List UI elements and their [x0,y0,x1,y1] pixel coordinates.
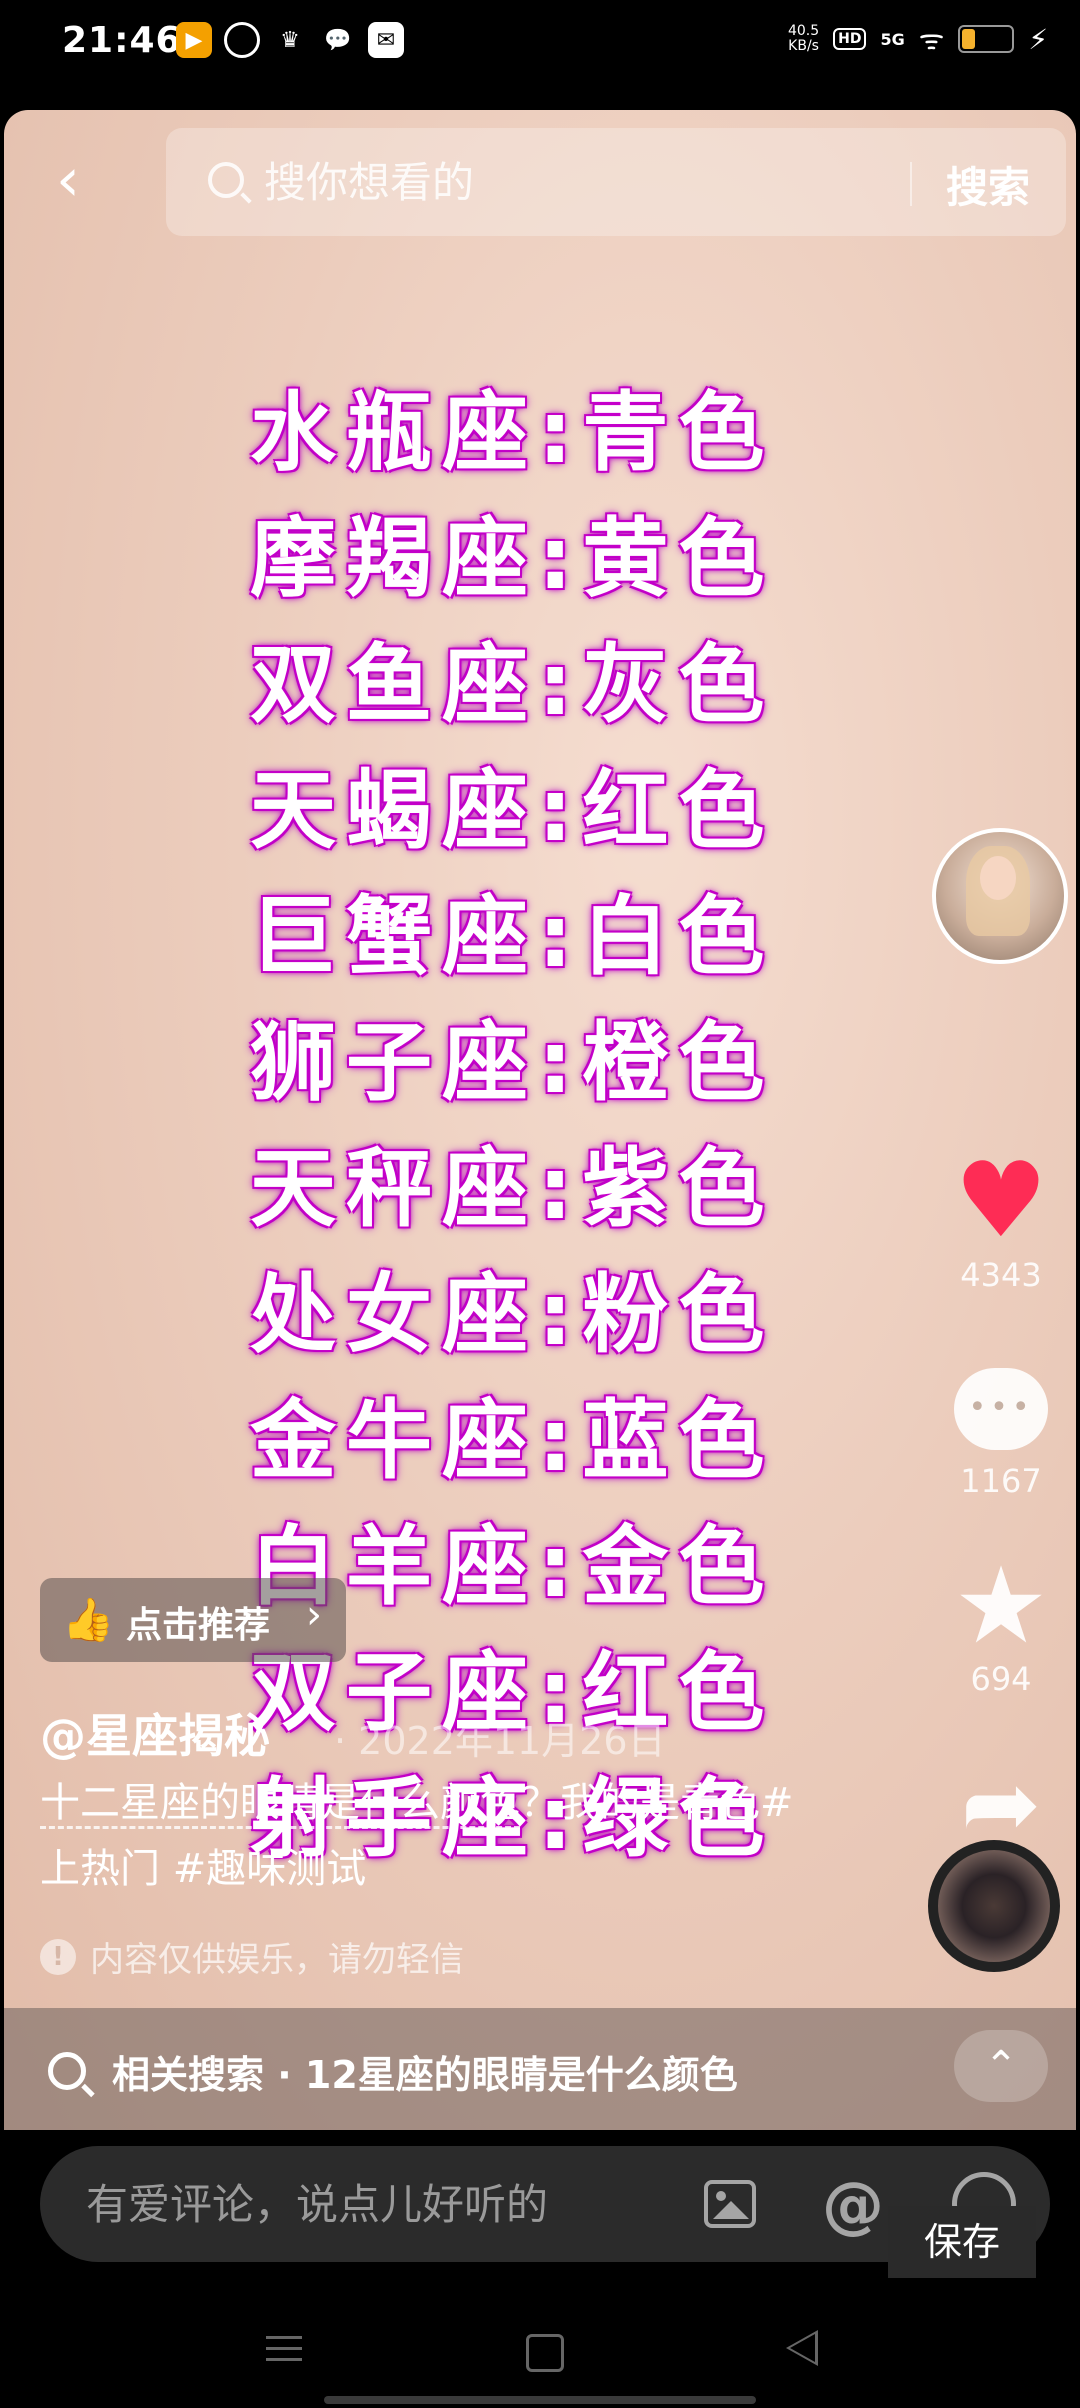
related-search-text: 相关搜索 · 12星座的眼睛是什么颜色 [112,2053,738,2097]
zodiac-line: 双鱼座:灰色 [250,635,775,735]
crown-app-icon: ♛ [280,27,300,53]
like-button[interactable]: ♥ 4343 [926,1148,1076,1294]
system-nav-bar [0,2300,1080,2408]
charging-icon: ⚡ [1028,22,1048,56]
disclaimer: ! 内容仅供娱乐，请勿轻信 [40,1932,464,1981]
zodiac-line: 巨蟹座:白色 [250,887,775,987]
search-input[interactable] [262,152,906,214]
star-icon: ★ [953,1544,1049,1667]
battery-icon [958,25,1015,53]
hd-badge: HD [833,28,867,50]
home-icon[interactable] [526,2334,564,2372]
save-button[interactable]: 保存 [888,2206,1036,2278]
net-speed: 40.5 KB/s [788,24,819,54]
post-date: · 2022年11月26日 [334,1719,666,1763]
favorite-button[interactable]: ★ 694 [926,1544,1076,1699]
recommend-button[interactable]: 👍 点击推荐 › [40,1578,346,1662]
status-time: 21:46 [62,20,182,61]
search-icon [208,162,244,198]
related-search-bar[interactable]: 相关搜索 · 12星座的眼睛是什么颜色 ⌃ [4,2008,1076,2130]
comment-icon: ••• [954,1368,1048,1450]
zodiac-line: 天蝎座:红色 [250,761,775,861]
disclaimer-text: 内容仅供娱乐，请勿轻信 [90,1940,464,1980]
back-button[interactable]: ‹ [56,150,116,210]
top-bar: ‹ 搜索 [4,110,1076,260]
comment-button[interactable]: ••• 1167 [926,1368,1076,1500]
video-app-icon: ▶ [176,22,212,58]
recommend-label: 点击推荐 [126,1605,271,1646]
zodiac-line: 金牛座:蓝色 [250,1391,775,1491]
chevron-right-icon: › [306,1592,322,1638]
author-name[interactable]: @星座揭秘 [40,1700,270,1766]
zodiac-line: 摩羯座:黄色 [250,509,775,609]
heart-icon: ♥ [954,1139,1048,1261]
avatar-face [980,856,1016,900]
wifi-icon: ᯤ [918,23,945,56]
author-avatar[interactable] [932,828,1068,964]
search-divider [910,162,912,206]
back-nav-icon[interactable] [786,2330,818,2366]
zodiac-line: 天秤座:紫色 [250,1139,775,1239]
home-indicator [324,2396,756,2404]
mail-app-icon: ✉ [368,22,404,58]
net-speed-value: 40.5 [787,23,820,39]
search-button[interactable]: 搜索 [946,154,1030,215]
post-caption[interactable]: 十二星座的眼睛是什么颜色？我的是青色#上热门 #趣味测试 [40,1770,800,1902]
comment-input[interactable] [84,2174,688,2236]
search-icon [48,2052,86,2090]
image-icon[interactable] [704,2180,756,2228]
menu-icon[interactable] [266,2328,302,2369]
share-icon: ➦ [960,1748,1042,1860]
search-bar[interactable]: 搜索 [166,128,1066,236]
video-player[interactable]: ‹ 搜索 水瓶座:青色 摩羯座:黄色 双鱼座:灰色 天蝎座:红色 巨蟹座:白色 … [4,110,1076,2130]
zodiac-line: 水瓶座:青色 [250,383,775,483]
comment-count: 1167 [960,1462,1042,1500]
thumbs-up-icon: 👍 [62,1595,115,1644]
wechat-icon: 💬 [324,27,352,53]
zodiac-line: 狮子座:橙色 [250,1013,775,1113]
mention-icon[interactable]: @ [822,2168,884,2241]
caption-highlight[interactable]: 十二星座的眼睛是什么颜色 [40,1780,520,1829]
status-bar: 21:46 ▶ ♛ 💬 ✉ 40.5 KB/s HD 5G ᯤ ⚡ [0,0,1080,84]
status-app-icons: ▶ ♛ 💬 ✉ [176,22,404,58]
sync-app-icon [224,22,260,58]
net-speed-unit: KB/s [788,38,819,54]
like-count: 4343 [960,1256,1042,1294]
zodiac-line: 处女座:粉色 [250,1265,775,1365]
music-disc-icon[interactable] [928,1840,1060,1972]
status-indicators: 40.5 KB/s HD 5G ᯤ ⚡ [788,20,1048,58]
signal-5g-icon: 5G [880,29,905,49]
warning-icon: ! [40,1938,76,1975]
chevron-up-icon[interactable]: ⌃ [954,2030,1048,2102]
favorite-count: 694 [970,1660,1032,1698]
